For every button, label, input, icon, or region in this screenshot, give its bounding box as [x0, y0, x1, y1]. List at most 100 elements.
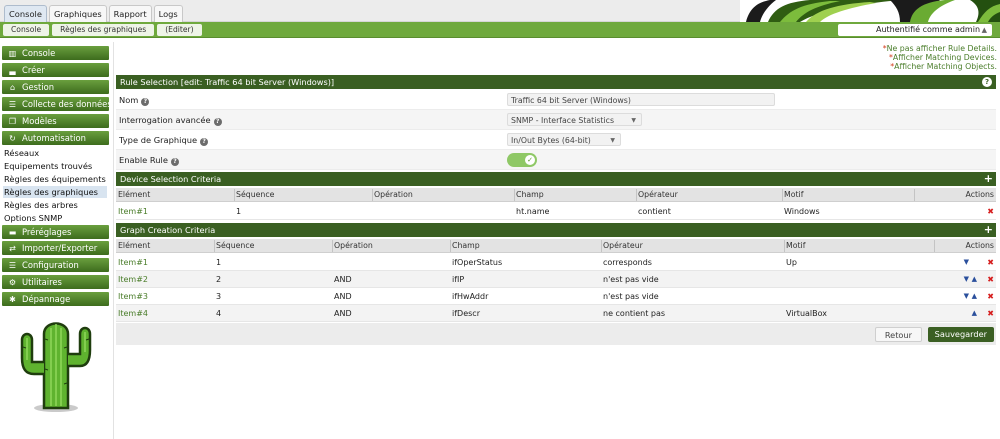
sidebar-item-automatisation[interactable]: ↻ Automatisation	[2, 131, 109, 145]
rule-links: *Ne pas afficher Rule Details. *Afficher…	[883, 44, 997, 71]
col-champ[interactable]: Champ	[452, 241, 480, 250]
item-link[interactable]: Item#1	[118, 258, 148, 267]
graph-criteria-title: Graph Creation Criteria	[120, 225, 216, 235]
sidebar-item-label: Console	[22, 48, 56, 58]
question-icon: ?	[213, 118, 222, 126]
tab-rapport[interactable]: Rapport	[108, 5, 152, 22]
col-champ[interactable]: Champ	[516, 190, 544, 199]
tab-graphiques[interactable]: Graphiques	[48, 5, 107, 22]
breadcrumb-console[interactable]: Console	[3, 24, 50, 36]
back-button[interactable]: Retour	[874, 327, 922, 342]
col-motif[interactable]: Motif	[786, 241, 805, 250]
tab-logs[interactable]: Logs	[153, 5, 183, 22]
delete-icon[interactable]: ✖	[987, 207, 994, 216]
col-sequence[interactable]: Séquence	[236, 190, 274, 199]
move-down-icon[interactable]: ▼	[964, 275, 969, 283]
query-select[interactable]: SNMP - Interface Statistics ▼	[507, 113, 642, 126]
cell-operateur: ne contient pas	[603, 309, 666, 318]
col-operateur[interactable]: Opérateur	[603, 241, 643, 250]
question-icon: ?	[200, 138, 209, 146]
col-operation[interactable]: Opération	[334, 241, 373, 250]
add-device-criteria-icon[interactable]: +	[984, 172, 993, 186]
col-operation[interactable]: Opération	[374, 190, 413, 199]
sidebar-item-prereglages[interactable]: ▬ Préréglages	[2, 225, 109, 239]
cell-motif: Up	[786, 258, 797, 267]
sidebar-item-collecte[interactable]: ☰ Collecte des données	[2, 97, 112, 111]
delete-icon[interactable]: ✖	[987, 292, 994, 301]
sidebar-item-modeles[interactable]: ❐ Modèles	[2, 114, 109, 128]
question-icon: ?	[141, 98, 150, 106]
cell-champ: ifOperStatus	[452, 258, 503, 267]
sidebar-item-creer[interactable]: ▃ Créer	[2, 63, 109, 77]
col-motif[interactable]: Motif	[784, 190, 803, 199]
graph-type-select[interactable]: In/Out Bytes (64-bit) ▼	[507, 133, 621, 146]
field-label-interrogation: Interrogation avancée?	[119, 115, 222, 126]
move-up-icon[interactable]: ▲	[972, 275, 977, 283]
sidebar-item-importer-exporter[interactable]: ⇄ Importer/Exporter	[2, 241, 109, 255]
question-icon: ?	[170, 158, 179, 166]
sidebar-subitem-equipements-trouves[interactable]: Equipements trouvés	[4, 160, 92, 172]
col-sequence[interactable]: Séquence	[216, 241, 254, 250]
user-menu[interactable]: Authentifié comme admin ▲	[838, 24, 992, 36]
field-label-nom: Nom?	[119, 95, 150, 106]
delete-icon[interactable]: ✖	[987, 275, 994, 284]
sidebar-subitem-regles-equipements[interactable]: Règles des équipements	[4, 173, 106, 185]
col-element[interactable]: Elément	[118, 190, 150, 199]
help-icon[interactable]: ?	[982, 77, 992, 87]
cell-sequence: 1	[236, 207, 242, 216]
sidebar-item-label: Dépannage	[22, 294, 71, 304]
form-row-type-graphique: Type de Graphique? In/Out Bytes (64-bit)…	[116, 130, 996, 150]
breadcrumb-graph-rules[interactable]: Règles des graphiques	[52, 24, 155, 36]
device-criteria-title: Device Selection Criteria	[120, 174, 222, 184]
table-row: Item#1 1 ht.name contient Windows ✖	[116, 203, 996, 220]
sidebar-item-console[interactable]: ▥ Console	[2, 46, 109, 60]
main-tabs: Console Graphiques Rapport Logs	[4, 5, 183, 22]
delete-icon[interactable]: ✖	[987, 309, 994, 318]
name-input[interactable]: Traffic 64 bit Server (Windows)	[507, 93, 775, 106]
sidebar-item-label: Importer/Exporter	[22, 243, 98, 253]
save-button[interactable]: Sauvegarder	[927, 327, 994, 342]
exchange-icon: ⇄	[9, 244, 16, 253]
check-icon: ✓	[525, 155, 535, 165]
sidebar-item-label: Configuration	[22, 260, 79, 270]
cell-operation: AND	[334, 309, 352, 318]
field-label-enable-rule: Enable Rule?	[119, 155, 179, 166]
show-matching-devices-link[interactable]: *Afficher Matching Devices.	[883, 53, 997, 62]
hide-rule-details-link[interactable]: *Ne pas afficher Rule Details.	[883, 44, 997, 53]
sidebar-subitem-reseaux[interactable]: Réseaux	[4, 147, 39, 159]
item-link[interactable]: Item#3	[118, 292, 148, 301]
show-matching-objects-link[interactable]: *Afficher Matching Objects.	[883, 62, 997, 71]
sidebar-subitem-options-snmp[interactable]: Options SNMP	[4, 212, 62, 224]
move-down-icon[interactable]: ▼	[964, 292, 969, 300]
cell-operateur: n'est pas vide	[603, 292, 659, 301]
sidebar-item-gestion[interactable]: ⌂ Gestion	[2, 80, 109, 94]
enable-rule-toggle[interactable]: ✓	[507, 153, 537, 167]
form-row-nom: Nom? Traffic 64 bit Server (Windows)	[116, 90, 996, 110]
sidebar-item-utilitaires[interactable]: ⚙ Utilitaires	[2, 275, 109, 289]
sidebar-item-depannage[interactable]: ✱ Dépannage	[2, 292, 109, 306]
list-icon: ☰	[8, 100, 17, 109]
cell-champ: ifIP	[452, 275, 465, 284]
cell-champ: ht.name	[516, 207, 550, 216]
sidebar-item-label: Gestion	[22, 82, 55, 92]
add-graph-criteria-icon[interactable]: +	[984, 223, 993, 237]
cell-operation: AND	[334, 292, 352, 301]
col-operateur[interactable]: Opérateur	[638, 190, 678, 199]
item-link[interactable]: Item#4	[118, 309, 148, 318]
col-element[interactable]: Elément	[118, 241, 150, 250]
sidebar-item-label: Préréglages	[22, 227, 72, 237]
sidebar-item-configuration[interactable]: ☰ Configuration	[2, 258, 109, 272]
move-down-icon[interactable]: ▼	[964, 258, 969, 266]
delete-icon[interactable]: ✖	[987, 258, 994, 267]
breadcrumb-bar: Console Règles des graphiques (Editer) A…	[0, 22, 1000, 38]
sidebar-subitem-regles-arbres[interactable]: Règles des arbres	[4, 199, 78, 211]
cell-sequence: 2	[216, 275, 222, 284]
item-link[interactable]: Item#1	[118, 207, 148, 216]
sidebar-subitem-regles-graphiques[interactable]: Règles des graphiques	[3, 186, 107, 198]
sidebar: ▥ Console ▃ Créer ⌂ Gestion ☰ Collecte des d…	[0, 42, 112, 439]
col-actions: Actions	[965, 190, 994, 199]
move-up-icon[interactable]: ▲	[972, 309, 977, 317]
item-link[interactable]: Item#2	[118, 275, 148, 284]
tab-console[interactable]: Console	[4, 5, 47, 22]
move-up-icon[interactable]: ▲	[972, 292, 977, 300]
